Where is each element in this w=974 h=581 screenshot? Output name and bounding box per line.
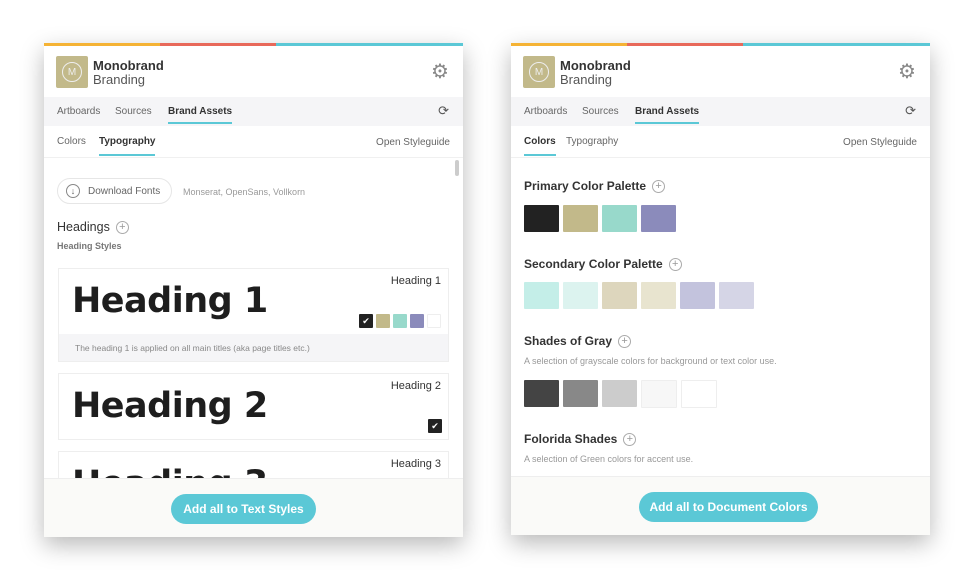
- heading-styles-label: Heading Styles: [57, 241, 122, 251]
- brand-stripe: [160, 43, 276, 46]
- add-icon[interactable]: +: [623, 433, 637, 447]
- color-swatch[interactable]: [602, 205, 637, 232]
- headings-title: Headings: [57, 220, 110, 234]
- color-swatch[interactable]: [563, 282, 598, 309]
- color-swatch[interactable]: [563, 205, 598, 232]
- brand-stripe: [627, 43, 743, 46]
- card-description: The heading 1 is applied on all main tit…: [59, 334, 448, 361]
- colors-panel: M Monobrand Branding ⚙ Artboards Sources…: [511, 43, 930, 535]
- download-fonts-button[interactable]: ↓ Download Fonts: [57, 178, 172, 204]
- tab-brand-assets[interactable]: Brand Assets: [168, 106, 233, 124]
- add-icon[interactable]: +: [668, 258, 682, 272]
- brand-logo: M: [56, 56, 88, 88]
- open-styleguide-link[interactable]: Open Styleguide: [843, 137, 917, 148]
- download-icon: ↓: [66, 184, 80, 198]
- brand-stripe: [44, 43, 160, 46]
- color-swatch[interactable]: [524, 380, 559, 407]
- color-swatch[interactable]: [524, 282, 559, 309]
- color-swatch[interactable]: [641, 205, 676, 232]
- color-chip-selected[interactable]: ✔: [359, 314, 373, 328]
- brand-subtitle: Branding: [93, 72, 146, 87]
- add-document-colors-button[interactable]: Add all to Document Colors: [639, 492, 818, 522]
- add-icon[interactable]: +: [618, 335, 632, 349]
- tab-artboards[interactable]: Artboards: [524, 106, 567, 117]
- fonts-list: Monserat, OpenSans, Vollkorn: [183, 187, 306, 197]
- color-chip-selected[interactable]: ✔: [428, 419, 442, 433]
- brand-stripe: [276, 43, 463, 46]
- color-swatch[interactable]: [563, 380, 598, 407]
- subtab-colors[interactable]: Colors: [57, 136, 86, 147]
- divider: [44, 157, 463, 158]
- section-description: A selection of grayscale colors for back…: [524, 356, 777, 366]
- section-description: A selection of Green colors for accent u…: [524, 454, 694, 464]
- color-chip[interactable]: [393, 314, 407, 328]
- subtab-typography[interactable]: Typography: [99, 136, 156, 156]
- heading-card[interactable]: Heading 2 Heading 2 ✔: [58, 373, 449, 440]
- section-title: Primary Color Palette: [524, 179, 647, 193]
- subtab-typography[interactable]: Typography: [566, 136, 618, 147]
- brand-name: Monobrand: [93, 58, 164, 73]
- add-icon[interactable]: +: [115, 221, 129, 235]
- refresh-icon[interactable]: ⟳: [438, 103, 449, 119]
- add-icon[interactable]: +: [652, 180, 666, 194]
- tab-sources[interactable]: Sources: [582, 106, 619, 117]
- color-swatch[interactable]: [524, 205, 559, 232]
- heading-sample: Heading 2: [72, 386, 268, 426]
- brand-stripe: [743, 43, 930, 46]
- typography-panel: M Monobrand Branding ⚙ Artboards Sources…: [44, 43, 463, 537]
- footer-bar: Add all to Text Styles: [44, 478, 463, 537]
- tab-sources[interactable]: Sources: [115, 106, 152, 117]
- brand-subtitle: Branding: [560, 72, 613, 87]
- refresh-icon[interactable]: ⟳: [905, 103, 916, 119]
- open-styleguide-link[interactable]: Open Styleguide: [376, 137, 450, 148]
- main-nav: Artboards Sources Brand Assets ⟳: [511, 97, 930, 126]
- tab-artboards[interactable]: Artboards: [57, 106, 100, 117]
- section-title: Secondary Color Palette: [524, 257, 663, 271]
- card-label: Heading 2: [390, 380, 441, 392]
- card-label: Heading 3: [390, 458, 441, 470]
- heading-sample: Heading 1: [72, 281, 268, 321]
- color-swatch[interactable]: [602, 282, 637, 309]
- color-swatch[interactable]: [641, 282, 676, 309]
- color-chip[interactable]: [427, 314, 441, 328]
- add-text-styles-button[interactable]: Add all to Text Styles: [171, 494, 316, 524]
- brand-logo: M: [523, 56, 555, 88]
- color-chip[interactable]: [410, 314, 424, 328]
- card-label: Heading 1: [390, 275, 441, 287]
- gear-icon[interactable]: ⚙: [898, 62, 918, 82]
- divider: [511, 157, 930, 158]
- section-title: Folorida Shades: [524, 432, 618, 446]
- download-fonts-label: Download Fonts: [88, 185, 161, 197]
- color-swatch[interactable]: [602, 380, 637, 407]
- footer-bar: Add all to Document Colors: [511, 476, 930, 535]
- brand-name: Monobrand: [560, 58, 631, 73]
- color-swatch[interactable]: [680, 282, 715, 309]
- subtab-colors[interactable]: Colors: [524, 136, 556, 156]
- color-swatch[interactable]: [681, 380, 717, 408]
- scrollbar[interactable]: [455, 160, 459, 176]
- color-swatch[interactable]: [641, 380, 677, 408]
- section-title: Shades of Gray: [524, 334, 613, 348]
- color-chip[interactable]: [376, 314, 390, 328]
- tab-brand-assets[interactable]: Brand Assets: [635, 106, 700, 124]
- brand-stripe: [511, 43, 627, 46]
- color-swatch[interactable]: [719, 282, 754, 309]
- main-nav: Artboards Sources Brand Assets ⟳: [44, 97, 463, 126]
- gear-icon[interactable]: ⚙: [431, 62, 451, 82]
- heading-card[interactable]: Heading 1 Heading 1 ✔ The heading 1 is a…: [58, 268, 449, 362]
